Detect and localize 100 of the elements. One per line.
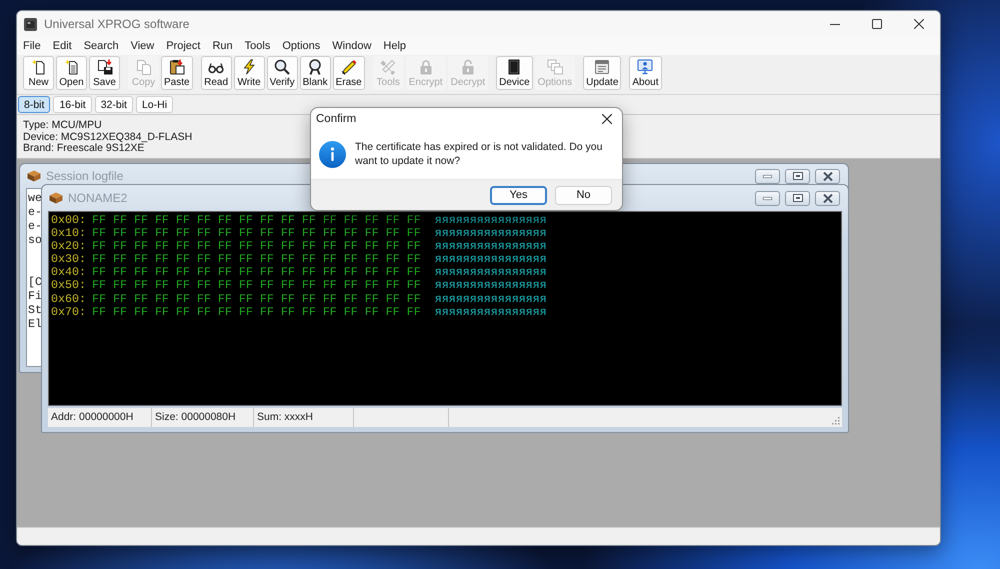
ascii-text: яяяяяяяяяяяяяяяя — [434, 266, 547, 280]
log-text: Fi — [28, 290, 42, 304]
hex-address: 0x50: — [51, 279, 86, 293]
mode-button[interactable]: Lo-Hi — [136, 96, 174, 113]
restore-button[interactable] — [785, 190, 810, 206]
document-icon — [64, 59, 80, 75]
copy-icon — [136, 59, 152, 75]
hex-bytes: FF FF FF FF FF FF FF FF FF FF FF FF FF FF FF FF — [92, 279, 421, 293]
mode-button[interactable]: 16-bit — [53, 96, 92, 113]
minimize-icon — [763, 196, 772, 200]
tools-icon — [380, 59, 396, 75]
menu-item[interactable]: File — [17, 38, 47, 54]
pencil-icon — [340, 59, 357, 75]
blank-page-icon — [30, 59, 46, 75]
hex-address: 0x40: — [51, 266, 86, 280]
close-button[interactable] — [815, 168, 840, 184]
hex-address: 0x30: — [51, 253, 86, 266]
hex-address: 0x20: — [51, 240, 86, 254]
menu-item[interactable]: Help — [377, 38, 412, 54]
menu-item[interactable]: Options — [276, 38, 326, 54]
hex-bytes: FF FF FF FF FF FF FF FF FF FF FF FF FF FF FF FF — [92, 306, 421, 319]
log-text: we — [28, 192, 42, 206]
toolbar-button[interactable]: Blank — [300, 56, 331, 90]
minimize-button[interactable] — [755, 168, 780, 184]
close-icon — [914, 19, 924, 29]
resize-grip-icon[interactable] — [832, 417, 840, 425]
dialog-title: Confirm — [316, 112, 356, 124]
ascii-text: яяяяяяяяяяяяяяяя — [434, 214, 547, 228]
log-text: [C — [28, 276, 42, 290]
lightning-icon — [241, 59, 258, 75]
window-title: Universal XPROG software — [44, 17, 190, 31]
hex-bytes: FF FF FF FF FF FF FF FF FF FF FF FF FF FF FF FF — [92, 292, 421, 306]
toolbar-button[interactable]: Device — [496, 56, 533, 90]
ascii-text: яяяяяяяяяяяяяяяя — [434, 253, 547, 266]
toolbar-button[interactable]: Erase — [332, 56, 365, 90]
close-button[interactable] — [815, 190, 840, 206]
menu-item[interactable]: View — [124, 38, 160, 54]
restore-icon — [792, 172, 802, 180]
mode-button[interactable]: 8-bit — [18, 96, 50, 113]
log-window-title: Session logfile — [46, 169, 124, 183]
floppy-disk-icon — [96, 59, 112, 75]
menu-item[interactable]: Window — [326, 38, 378, 54]
toolbar-button[interactable]: Read — [200, 56, 232, 90]
padlock-icon — [418, 59, 434, 75]
dialog-message: The certificate has expired or is not validated. Do you want to update it now? — [355, 140, 604, 168]
hex-address: 0x70: — [51, 306, 86, 319]
device-info-text: Device: MC9S12XEQ384_D-FLASH — [23, 132, 192, 143]
magnifier-icon — [274, 59, 290, 75]
close-icon — [822, 172, 832, 180]
open-padlock-icon — [460, 59, 476, 75]
status-field: Size: 00000080H — [152, 408, 254, 427]
menu-item[interactable]: Project — [160, 38, 206, 54]
log-text: e- — [28, 220, 42, 234]
restore-button[interactable] — [785, 168, 810, 184]
toolbar-button[interactable]: Save — [89, 56, 120, 90]
dialog-button[interactable]: No — [555, 186, 612, 204]
box-icon — [27, 170, 41, 182]
toolbar-button[interactable]: Open — [56, 56, 87, 90]
toolbar-button[interactable]: Verify — [266, 56, 298, 90]
chip-icon — [506, 59, 522, 75]
toolbar-button[interactable]: Update — [583, 56, 622, 90]
hex-bytes: FF FF FF FF FF FF FF FF FF FF FF FF FF FF FF FF — [92, 214, 421, 228]
ascii-text: яяяяяяяяяяяяяяяя — [434, 279, 547, 293]
toolbar-button[interactable]: Paste — [161, 56, 193, 90]
toolbar-button[interactable]: About — [629, 56, 662, 90]
hex-bytes: FF FF FF FF FF FF FF FF FF FF FF FF FF FF FF FF — [92, 253, 421, 266]
award-ribbon-icon — [307, 59, 324, 75]
clipboard-icon — [168, 59, 185, 75]
hex-bytes: FF FF FF FF FF FF FF FF FF FF FF FF FF FF FF FF — [92, 266, 421, 280]
menu-item[interactable]: Edit — [46, 38, 78, 54]
menu-item[interactable]: Run — [206, 38, 239, 54]
app-icon — [24, 18, 37, 30]
status-field: Sum: xxxxH — [254, 408, 354, 427]
minimize-icon — [763, 174, 772, 178]
toolbar-button[interactable]: New — [23, 56, 54, 90]
calendar-icon — [594, 59, 610, 75]
minimize-button[interactable] — [755, 190, 780, 206]
toolbar-button[interactable]: Write — [234, 56, 265, 90]
menu-item[interactable]: Search — [78, 38, 125, 54]
ascii-text: яяяяяяяяяяяяяяяя — [434, 306, 547, 319]
device-info-text: Brand: Freescale 9S12XE — [23, 143, 144, 154]
info-icon — [319, 140, 346, 168]
log-text: e- — [28, 206, 42, 220]
hex-window-title: NONAME2 — [68, 191, 128, 205]
close-icon — [602, 114, 612, 124]
log-text: St — [28, 304, 42, 318]
log-text: so — [28, 234, 42, 248]
ascii-text: яяяяяяяяяяяяяяяя — [434, 227, 547, 240]
hex-bytes: FF FF FF FF FF FF FF FF FF FF FF FF FF FF FF FF — [92, 227, 421, 240]
ascii-text: яяяяяяяяяяяяяяяя — [434, 292, 547, 306]
close-icon — [822, 194, 832, 202]
menu-item[interactable]: Tools — [238, 38, 276, 54]
mode-button[interactable]: 32-bit — [94, 96, 133, 113]
ascii-text: яяяяяяяяяяяяяяяя — [434, 240, 547, 254]
monitor-icon — [637, 59, 654, 75]
hex-address: 0x00: — [51, 214, 86, 228]
status-field: Addr: 00000000H — [48, 408, 152, 427]
hex-address: 0x10: — [51, 227, 86, 240]
hex-address: 0x60: — [51, 292, 86, 306]
dialog-button[interactable]: Yes — [490, 186, 547, 204]
